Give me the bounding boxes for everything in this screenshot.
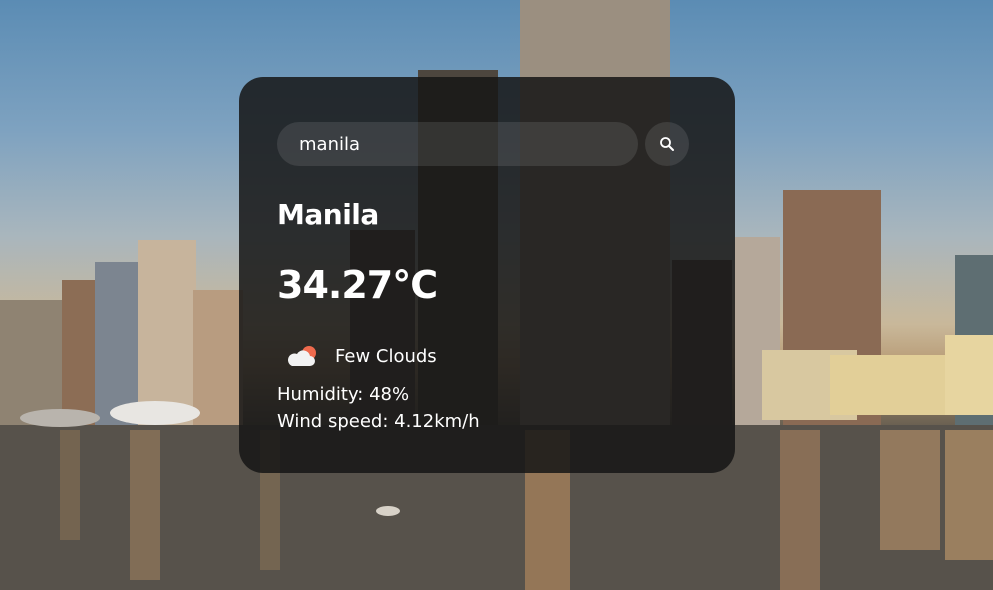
few-clouds-icon bbox=[288, 346, 316, 366]
wind-speed: Wind speed: 4.12km/h bbox=[277, 411, 480, 432]
temperature: 34.27°C bbox=[277, 263, 438, 307]
search-icon bbox=[660, 137, 674, 151]
weather-card: Manila 34.27°C Few Clouds Humidity: 48% … bbox=[239, 77, 735, 473]
search-bar bbox=[277, 122, 689, 166]
humidity: Humidity: 48% bbox=[277, 384, 410, 405]
weather-condition: Few Clouds bbox=[285, 342, 437, 370]
city-name: Manila bbox=[277, 198, 379, 231]
search-input[interactable] bbox=[277, 122, 638, 166]
condition-text: Few Clouds bbox=[335, 345, 437, 367]
search-button[interactable] bbox=[645, 122, 689, 166]
